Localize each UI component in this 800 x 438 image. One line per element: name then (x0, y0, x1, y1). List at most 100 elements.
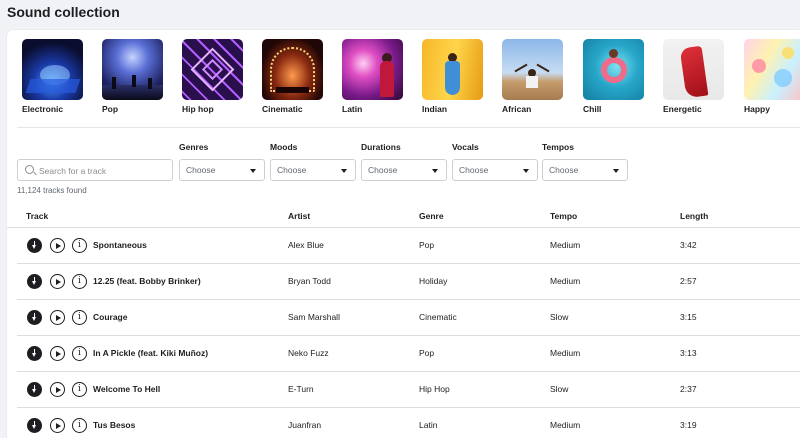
track-genre: Holiday (419, 276, 448, 286)
genre-tile-energetic[interactable]: Energetic (663, 39, 725, 114)
filter-label: Vocals (452, 142, 479, 152)
track-length: 3:19 (680, 420, 697, 430)
track-length: 3:13 (680, 348, 697, 358)
african-thumbnail (502, 39, 563, 100)
moods-dropdown[interactable]: Choose (270, 159, 356, 181)
track-genre: Hip Hop (419, 384, 450, 394)
play-icon[interactable] (50, 310, 65, 325)
durations-filter: Durations Choose (361, 142, 447, 181)
play-icon[interactable] (50, 274, 65, 289)
genre-tile-pop[interactable]: Pop (102, 39, 164, 114)
track-genre: Latin (419, 420, 438, 430)
durations-dropdown[interactable]: Choose (361, 159, 447, 181)
dropdown-value: Choose (368, 165, 398, 175)
genre-tile-indian[interactable]: Indian (422, 39, 484, 114)
genre-label: Chill (583, 104, 602, 114)
info-icon[interactable]: i (72, 382, 87, 397)
track-tempo: Slow (550, 384, 569, 394)
caret-down-icon (341, 169, 347, 173)
column-header-length: Length (680, 211, 709, 221)
download-icon[interactable] (27, 274, 42, 289)
track-length: 2:37 (680, 384, 697, 394)
genre-label: Hip hop (182, 104, 214, 114)
energetic-thumbnail (663, 39, 724, 100)
table-row[interactable]: i 12.25 (feat. Bobby Brinker) Bryan Todd… (17, 264, 800, 300)
table-row[interactable]: i Tus Besos Juanfran Latin Medium 3:19 (17, 408, 800, 438)
download-icon[interactable] (27, 382, 42, 397)
track-title: In A Pickle (feat. Kiki Muñoz) (93, 348, 209, 358)
moods-filter: Moods Choose (270, 142, 356, 181)
indian-thumbnail (422, 39, 483, 100)
table-row[interactable]: i Spontaneous Alex Blue Pop Medium 3:42 (17, 228, 800, 264)
download-icon[interactable] (27, 310, 42, 325)
caret-down-icon (432, 169, 438, 173)
track-genre: Pop (419, 240, 435, 250)
track-genre: Cinematic (419, 312, 457, 322)
table-row[interactable]: i In A Pickle (feat. Kiki Muñoz) Neko Fu… (17, 336, 800, 372)
cinematic-thumbnail (262, 39, 323, 100)
filter-label: Durations (361, 142, 401, 152)
play-icon[interactable] (50, 382, 65, 397)
column-header-tempo: Tempo (550, 211, 578, 221)
table-row[interactable]: i Welcome To Hell E-Turn Hip Hop Slow 2:… (17, 372, 800, 408)
page-title: Sound collection (7, 4, 120, 20)
track-tempo: Medium (550, 348, 581, 358)
track-title: 12.25 (feat. Bobby Brinker) (93, 276, 201, 286)
genre-tile-latin[interactable]: Latin (342, 39, 404, 114)
column-header-artist: Artist (288, 211, 311, 221)
track-length: 3:15 (680, 312, 697, 322)
genre-tile-chill[interactable]: Chill (583, 39, 645, 114)
track-genre: Pop (419, 348, 435, 358)
track-title: Welcome To Hell (93, 384, 161, 394)
dropdown-value: Choose (549, 165, 579, 175)
genre-label: Pop (102, 104, 119, 114)
genre-tile-cinematic[interactable]: Cinematic (262, 39, 324, 114)
filter-label: Genres (179, 142, 209, 152)
track-artist: Bryan Todd (288, 276, 331, 286)
column-header-track: Track (26, 211, 49, 221)
track-artist: Juanfran (288, 420, 322, 430)
genre-tile-happy[interactable]: Happy (744, 39, 800, 114)
vocals-dropdown[interactable]: Choose (452, 159, 538, 181)
tracks-found-count: 11,124 tracks found (17, 186, 87, 195)
genre-label: Latin (342, 104, 363, 114)
genres-dropdown[interactable]: Choose (179, 159, 265, 181)
genre-tiles: Electronic Pop Hip hop Cinematic Latin I… (22, 39, 800, 119)
play-icon[interactable] (50, 418, 65, 433)
search-box[interactable] (17, 159, 173, 181)
track-tempo: Slow (550, 312, 569, 322)
dropdown-value: Choose (186, 165, 216, 175)
genre-tile-african[interactable]: African (502, 39, 564, 114)
genre-label: Cinematic (262, 104, 303, 114)
track-artist: Sam Marshall (288, 312, 340, 322)
column-header-genre: Genre (419, 211, 444, 221)
section-divider (17, 127, 800, 128)
play-icon[interactable] (50, 346, 65, 361)
download-icon[interactable] (27, 238, 42, 253)
electronic-thumbnail (22, 39, 83, 100)
chill-thumbnail (583, 39, 644, 100)
table-row[interactable]: i Courage Sam Marshall Cinematic Slow 3:… (17, 300, 800, 336)
caret-down-icon (250, 169, 256, 173)
genre-label: Indian (422, 104, 448, 114)
tempos-dropdown[interactable]: Choose (542, 159, 628, 181)
play-icon[interactable] (50, 238, 65, 253)
track-tempo: Medium (550, 276, 581, 286)
download-icon[interactable] (27, 418, 42, 433)
info-icon[interactable]: i (72, 274, 87, 289)
info-icon[interactable]: i (72, 418, 87, 433)
genre-tile-electronic[interactable]: Electronic (22, 39, 84, 114)
latin-thumbnail (342, 39, 403, 100)
hip-hop-thumbnail (182, 39, 243, 100)
track-length: 3:42 (680, 240, 697, 250)
info-icon[interactable]: i (72, 238, 87, 253)
genre-tile-hip-hop[interactable]: Hip hop (182, 39, 244, 114)
tempos-filter: Tempos Choose (542, 142, 628, 181)
search-icon (25, 165, 34, 174)
vocals-filter: Vocals Choose (452, 142, 538, 181)
table-header: Track Artist Genre Tempo Length (7, 202, 800, 228)
info-icon[interactable]: i (72, 310, 87, 325)
search-input[interactable] (39, 163, 169, 178)
download-icon[interactable] (27, 346, 42, 361)
info-icon[interactable]: i (72, 346, 87, 361)
